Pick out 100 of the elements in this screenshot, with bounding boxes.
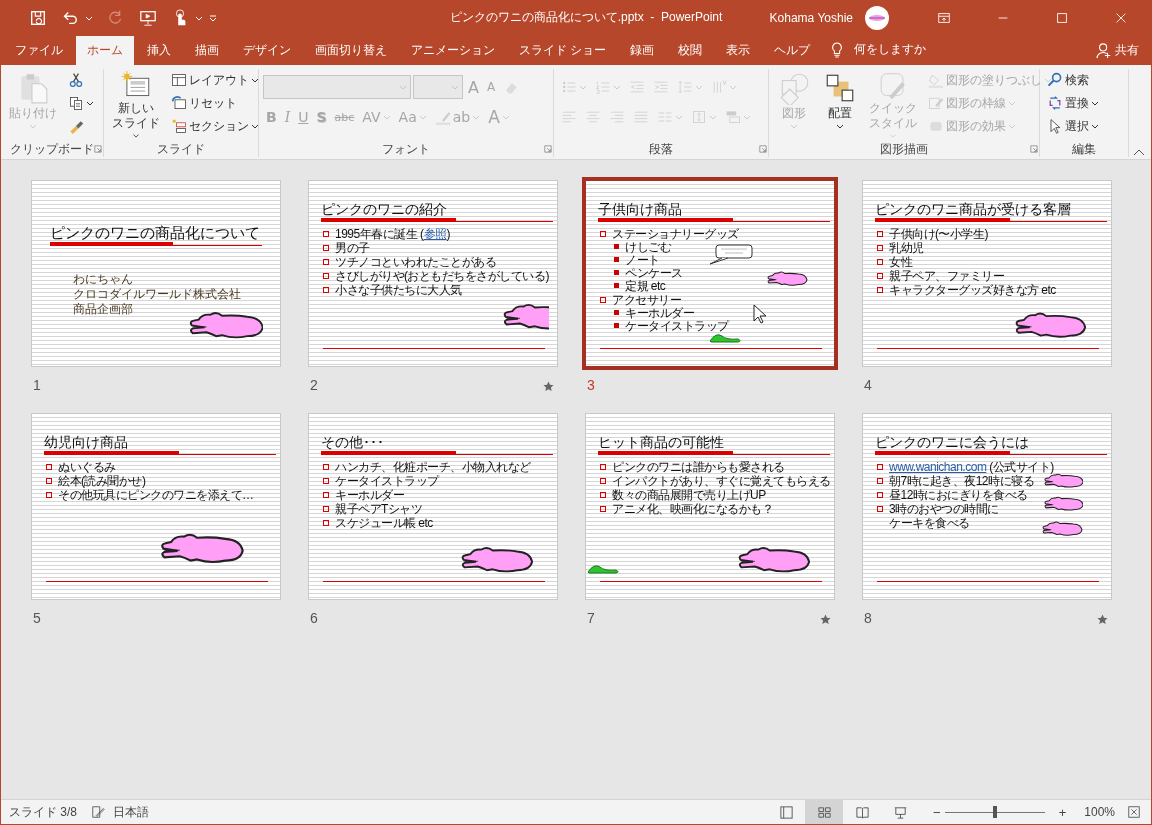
subtitle-line: クロコダイルワールド株式会社 (73, 287, 242, 302)
slide-thumbnail[interactable]: ヒット商品の可能性 ピンクのワニは誰からも愛される インパクトがあり、すぐに覚えてもらえる 数々の商品展開で売り上げUP アニメ化、映画化になるかも？ (585, 413, 835, 600)
link[interactable]: www.wanichan.com (889, 460, 987, 474)
slide-title: ヒット商品の可能性 (598, 434, 725, 450)
dialog-launcher-icon[interactable] (544, 145, 552, 153)
caret-icon (501, 113, 510, 121)
bullet-text: キャラクターグッズ好きな方 etc (889, 283, 1056, 297)
slide-number: 5 (33, 610, 41, 626)
dialog-launcher-icon[interactable] (1030, 145, 1038, 153)
bullet-icon (877, 492, 883, 498)
bullet-icon (323, 478, 329, 484)
reset-icon (171, 95, 187, 111)
ribbon-tab[interactable]: 表示 (715, 36, 762, 65)
paintbrush-icon (68, 118, 84, 134)
caterpillar-drawing (708, 331, 742, 343)
link[interactable]: 参照 (423, 227, 447, 241)
ribbon-tab[interactable]: ホーム (76, 36, 134, 65)
ribbon-tab[interactable]: 録画 (619, 36, 666, 65)
bullet-icon (877, 506, 883, 512)
group-label: 図形描画 (880, 140, 928, 158)
collapse-ribbon-icon[interactable] (1133, 148, 1145, 156)
pen-icon (928, 95, 944, 111)
ribbon-tab[interactable]: 挿入 (136, 36, 182, 65)
ribbon-tab[interactable]: アニメーション (400, 36, 506, 65)
slide-title: 子供向け商品 (598, 201, 683, 217)
caret-icon (251, 122, 259, 130)
layout-button[interactable]: レイアウト (168, 69, 262, 91)
slide-thumbnail[interactable]: その他･･･ ハンカチ、化粧ポーチ、小物入れなど ケータイストラップ キーホルダー 親子ペアTシャツ スケジュール帳 etc (308, 413, 558, 600)
arrange-button[interactable]: 配置 (819, 69, 861, 141)
bullet-icon (323, 259, 329, 265)
dialog-launcher-icon[interactable] (94, 145, 102, 153)
caret-icon (836, 122, 844, 130)
paint-bucket-icon (928, 72, 944, 88)
bullet-icon (600, 506, 606, 512)
user-name[interactable]: Kohama Yoshie (769, 10, 853, 25)
zoom-level[interactable]: 100% (1084, 805, 1115, 819)
ribbon-tab[interactable]: スライド ショー (508, 36, 618, 65)
cursor-icon (753, 304, 767, 324)
presentation-icon[interactable] (139, 8, 157, 27)
share-button[interactable]: 共有 (1084, 36, 1151, 65)
customize-icon[interactable] (209, 13, 217, 22)
slide-number: 8 (864, 610, 872, 626)
bullet-text: インパクトがあり、すぐに覚えてもらえる (612, 474, 831, 488)
ribbon-tab[interactable]: 描画 (184, 36, 230, 65)
caret-icon (709, 113, 717, 121)
zoom-in-button[interactable]: + (1054, 804, 1071, 820)
ribbon-tab[interactable]: 画面切り替え (304, 36, 398, 65)
slide-sorter-button[interactable] (805, 800, 844, 824)
reset-button[interactable]: リセット (168, 92, 262, 114)
ribbon-tab[interactable]: デザイン (232, 36, 302, 65)
bullet-text: 3時のおやつの時間に ケーキを食べる (889, 502, 999, 530)
bullet-icon (614, 310, 619, 315)
bullet-text: 男の子 (335, 241, 370, 255)
select-button[interactable]: 選択 (1044, 115, 1102, 137)
smartart-icon (725, 109, 741, 125)
dialog-launcher-icon[interactable] (759, 145, 767, 153)
caret-icon (451, 83, 459, 91)
bullet-text: 親子ペアTシャツ (335, 502, 423, 516)
lightbulb-icon[interactable] (830, 41, 845, 59)
bullet-text: 女性 (889, 255, 912, 269)
bullet-icon (614, 257, 619, 262)
bullet-icon (600, 492, 606, 498)
search-icon (1047, 72, 1063, 88)
text-direction-icon (711, 79, 727, 95)
language-indicator[interactable]: 日本語 (113, 803, 149, 821)
slide-thumbnail[interactable]: ピンクのワニの紹介 1995年春に誕生 (参照) 男の子 ツチノコといわれたことがある さびしがりや(おともだちをさがしている) 小さな子供たちに大人気 (308, 180, 558, 367)
avatar-icon[interactable] (865, 5, 889, 30)
tell-me-field[interactable]: 何をしますか (854, 41, 927, 58)
bullet-icon (877, 478, 883, 484)
align-text-icon (691, 109, 707, 125)
slide-title: その他･･･ (321, 434, 385, 450)
ribbon-tab[interactable]: ヘルプ (763, 36, 822, 65)
bullet-icon (46, 464, 52, 470)
caret-icon (675, 113, 683, 121)
speech-bubble-drawing (708, 244, 753, 266)
fit-to-window-icon[interactable] (1127, 805, 1141, 819)
align-center-icon (585, 109, 601, 125)
slide-thumbnail[interactable]: ピンクのワニの商品化について わにちゃん クロコダイルワールド株式会社 商品企画部 (31, 180, 281, 367)
bullet-icon (877, 464, 883, 470)
justify-icon (633, 109, 649, 125)
slide-thumbnail[interactable]: 子供向け商品 ステーショナリーグッズ けしごむ ノート ペンケース 定規 etc アクセサリー キーホルダー ケータイストラップ (582, 177, 838, 370)
maximize-icon[interactable] (1055, 10, 1069, 25)
ribbon-display-icon[interactable] (937, 10, 951, 25)
zoom-slider[interactable] (944, 806, 1045, 818)
slide-thumbnail[interactable]: ピンクのワニ商品が受ける客層 子供向け(〜小学生) 乳幼児 女性 親子ペア、ファミリー キャラクターグッズ好きな方 etc (862, 180, 1112, 367)
slide-thumbnail[interactable]: 幼児向け商品 ぬいぐるみ 絵本(読み聞かせ) その他玩具にピンクのワニを添えて… (31, 413, 281, 600)
proofing-icon[interactable] (91, 805, 105, 819)
save-icon[interactable] (29, 8, 47, 27)
new-slide-button[interactable]: 新しい スライド (108, 69, 164, 141)
ribbon-tab[interactable]: ファイル (4, 36, 74, 65)
caret-icon (613, 83, 621, 91)
bullet-text: 小さな子供たちに大人気 (335, 283, 462, 297)
slide-thumbnail[interactable]: ピンクのワニに会うには www.wanichan.com (公式サイト) 朝7時に起き、夜12時に寝る 昼12時におにぎりを食べる 3時のおやつの時間に ケーキを食べる (862, 413, 1112, 600)
section-icon (171, 118, 187, 134)
ribbon-tab[interactable]: 校閲 (667, 36, 714, 65)
zoom-thumb[interactable] (992, 806, 997, 818)
bullet-text: 親子ペア、ファミリー (889, 269, 1004, 283)
zoom-out-button[interactable]: − (929, 804, 945, 820)
section-button[interactable]: セクション (168, 115, 262, 137)
bullet-text: 朝7時に起き、夜12時に寝る (889, 474, 1035, 488)
